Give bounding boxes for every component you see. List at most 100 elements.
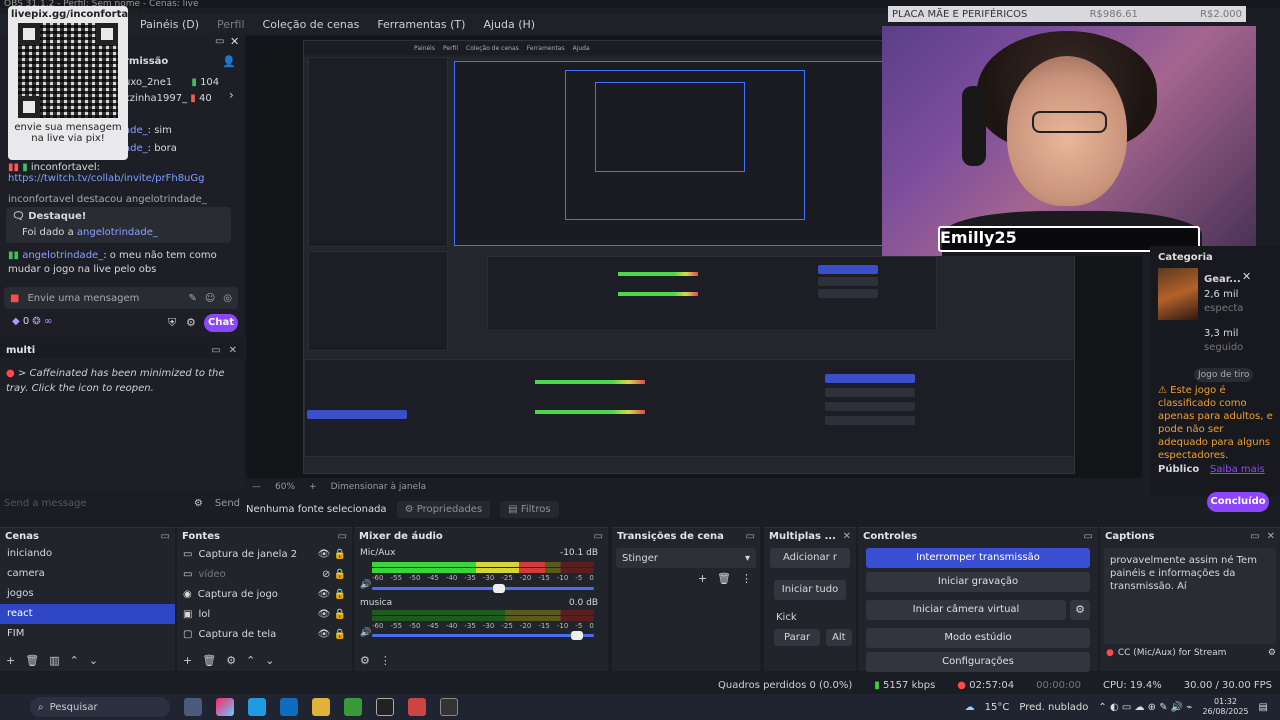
close-icon[interactable]: ✕ [229, 345, 237, 356]
close-icon[interactable]: ✕ [1242, 270, 1251, 283]
alt-button[interactable]: Alt [826, 629, 852, 646]
gear-icon[interactable]: ⚙ [226, 654, 236, 667]
send-button[interactable]: Send [215, 498, 240, 509]
dock-float-icon[interactable]: ▭ [746, 531, 755, 542]
source-item[interactable]: ▭ Captura de janela 2 👁 🔒 [177, 544, 352, 564]
gear-icon[interactable]: ⚙ [194, 498, 203, 509]
source-item[interactable]: ▢ Captura de tela 👁 🔒 [177, 624, 352, 644]
app-icon[interactable] [376, 698, 394, 716]
game-cover-image [1158, 268, 1198, 320]
close-icon[interactable]: ✕ [843, 531, 851, 542]
source-item[interactable]: ◉ Captura de jogo 👁 🔒 [177, 584, 352, 604]
filters-button[interactable]: ▤ Filtros [500, 500, 559, 518]
fit-to-window[interactable]: Dimensionar à janela [331, 482, 427, 492]
meter-tick: -45 [427, 622, 439, 630]
chat-input[interactable]: ■ Envie uma mensagem ✎ ☺ ◎ [4, 287, 238, 309]
edge-icon[interactable] [248, 698, 266, 716]
chevron-right-icon[interactable]: › [229, 88, 234, 102]
dock-float-icon[interactable]: ▭ [594, 531, 603, 542]
stop-button[interactable]: Parar [774, 629, 821, 646]
game-tag[interactable]: Jogo de tiro [1194, 368, 1254, 382]
chevron-up-icon[interactable]: ⌃ [70, 654, 79, 667]
gear-icon[interactable]: ⚙ [1070, 600, 1090, 620]
dock-float-icon[interactable]: ▭ [215, 36, 224, 47]
menu-dots-icon[interactable]: ⋮ [741, 572, 752, 585]
settings-button[interactable]: Configurações [866, 652, 1090, 672]
gear-icon[interactable]: ⚙ [360, 654, 370, 667]
settings-icon[interactable]: ◎ [223, 293, 232, 304]
filter-icon[interactable]: ▥ [49, 654, 59, 667]
scene-item[interactable]: FIM [0, 624, 175, 644]
taskbar-search[interactable]: ⌕ Pesquisar [30, 697, 170, 717]
notifications-icon[interactable]: ▤ [1259, 702, 1268, 713]
clock[interactable]: 01:32 26/08/2025 [1202, 697, 1248, 717]
chevron-down-icon[interactable]: ⌄ [265, 654, 274, 667]
dock-float-icon[interactable]: ▭ [211, 345, 220, 356]
trash-icon[interactable]: 🗑 [717, 572, 731, 585]
dock-float-icon[interactable]: ▭ [161, 531, 170, 542]
chat-button[interactable]: Chat [204, 314, 238, 332]
gear-icon[interactable]: ⚙ [1268, 648, 1276, 658]
close-icon[interactable]: ✕ [230, 35, 239, 48]
shield-icon[interactable]: ⛨ [168, 316, 176, 330]
copilot-icon[interactable] [216, 698, 234, 716]
close-icon[interactable]: ✕ [1267, 531, 1275, 542]
properties-button[interactable]: ⚙ Propriedades [396, 500, 491, 518]
chevron-up-icon[interactable]: ⌃ [246, 654, 255, 667]
outlook-icon[interactable] [280, 698, 298, 716]
caffeinated-icon[interactable] [408, 698, 426, 716]
eye-lock-icons: 👁 🔒 [317, 588, 346, 600]
trash-icon[interactable]: 🗑 [25, 654, 39, 667]
users-icon[interactable]: 👤 [222, 55, 236, 68]
menu-paineis[interactable]: Painéis (D) [140, 18, 199, 31]
store-icon[interactable] [344, 698, 362, 716]
volume-slider[interactable] [372, 584, 594, 593]
start-virtual-camera-button[interactable]: Iniciar câmera virtual [866, 600, 1066, 620]
transition-select[interactable]: Stinger ▾ [616, 548, 756, 568]
volume-slider[interactable] [372, 631, 594, 640]
menu-colecao[interactable]: Coleção de cenas [263, 18, 360, 31]
explorer-icon[interactable] [312, 698, 330, 716]
menu-dots-icon[interactable]: ⋮ [380, 654, 391, 667]
scene-item[interactable]: camera [0, 564, 175, 584]
add-icon[interactable]: + [183, 654, 192, 667]
source-item[interactable]: ▭ vídeo ⊘ 🔒 [177, 564, 352, 584]
concluido-button[interactable]: Concluído [1207, 492, 1269, 512]
source-item[interactable]: ▣ lol 👁 🔒 [177, 604, 352, 624]
trash-icon[interactable]: 🗑 [202, 654, 216, 667]
scenes-header: Cenas ▭ [5, 530, 170, 542]
saiba-mais-link[interactable]: Saiba mais [1210, 464, 1265, 475]
menu-ferramentas[interactable]: Ferramentas (T) [377, 18, 465, 31]
add-icon[interactable]: + [698, 572, 707, 585]
chevron-down-icon[interactable]: ⌄ [89, 654, 98, 667]
start-recording-button[interactable]: Iniciar gravação [866, 572, 1090, 592]
send-input[interactable]: Send a message [4, 498, 87, 509]
dock-float-icon[interactable]: ▭ [1084, 531, 1093, 542]
studio-mode-button[interactable]: Modo estúdio [866, 628, 1090, 648]
gear-icon[interactable]: ⚙ [186, 316, 196, 329]
scene-item[interactable]: jogos [0, 584, 175, 604]
speaker-icon[interactable]: 🔊 [360, 580, 371, 590]
dock-float-icon[interactable]: ▭ [338, 531, 347, 542]
add-target-button[interactable]: Adicionar r [770, 548, 850, 568]
weather-icon: ☁ [964, 701, 975, 713]
scene-item-selected[interactable]: react [0, 604, 175, 624]
taskview-icon[interactable] [184, 698, 202, 716]
wand-icon[interactable]: ✎ [188, 293, 196, 304]
mixer-track-musica: musica 0.0 dB -60 -55 -50 -45 -40 -35 -30 -25 -2… [360, 598, 598, 640]
start-all-button[interactable]: Iniciar tudo [774, 580, 846, 600]
scene-item[interactable]: iniciando [0, 544, 175, 564]
menu-ajuda[interactable]: Ajuda (H) [483, 18, 535, 31]
obs-icon[interactable] [440, 698, 458, 716]
zoom-in-icon[interactable]: + [309, 482, 317, 492]
invite-link[interactable]: https://twitch.tv/collab/invite/prFh8uGg [8, 173, 204, 184]
multi-dock: multi ▭ ✕ [0, 342, 243, 490]
stop-streaming-button[interactable]: Interromper transmissão [866, 548, 1090, 568]
dock-float-icon[interactable]: ▭ [1250, 531, 1259, 542]
emoji-icon[interactable]: ☺ [205, 293, 215, 304]
add-icon[interactable]: + [6, 654, 15, 667]
zoom-out-icon[interactable]: — [252, 482, 261, 492]
overlay-price-bar: PLACA MÃE E PERIFÉRICOS R$986.61 R$2.000 [888, 6, 1246, 22]
speaker-icon[interactable]: 🔊 [360, 628, 371, 638]
menu-perfil[interactable]: Perfil [217, 18, 245, 31]
